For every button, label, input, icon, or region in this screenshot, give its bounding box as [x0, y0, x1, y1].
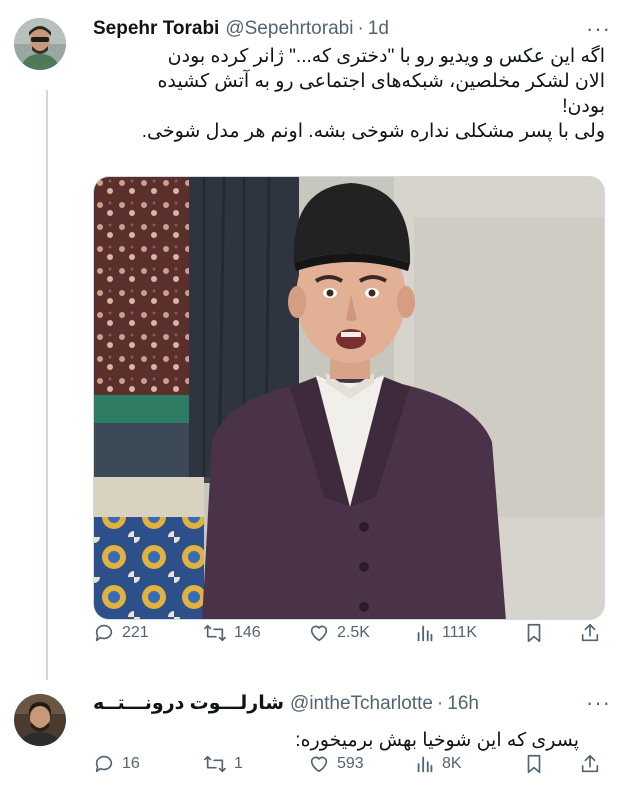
heart-icon: [310, 756, 328, 773]
tweet-text: اگه این عکس و ویدیو رو با "دختری که..." …: [93, 44, 605, 144]
retweet-icon: [204, 755, 226, 773]
share-icon: [581, 754, 599, 773]
author-handle[interactable]: @Sepehrtorabi: [225, 18, 353, 40]
reply-text: پسری که این شوخیا بهش برمیخوره:: [93, 728, 579, 753]
reply-reply-button[interactable]: 16: [93, 753, 140, 775]
reply-author-name[interactable]: شارلـــوت درونـــتــه: [93, 692, 284, 715]
retweet-icon: [204, 624, 226, 642]
more-options-icon[interactable]: ···: [586, 16, 611, 42]
bookmark-icon: [527, 623, 541, 643]
retweet-button[interactable]: 146: [203, 622, 261, 644]
views-icon: [417, 625, 433, 642]
author-avatar[interactable]: [14, 18, 66, 70]
tweet-text-line: ولی با پسر مشکلی نداره شوخی بشه. اونم هر…: [141, 121, 605, 142]
like-button[interactable]: 2.5K: [308, 622, 370, 644]
reply-author-avatar[interactable]: [14, 694, 66, 746]
photo-man-in-fez: [94, 177, 604, 619]
share-button[interactable]: [579, 622, 601, 644]
share-icon: [581, 623, 599, 642]
tweet-header: Sepehr Torabi @Sepehrtorabi · 1d: [93, 18, 389, 40]
reply-icon: [95, 624, 113, 642]
reply-author-handle[interactable]: @intheTcharlotte: [290, 693, 433, 715]
reply-more-options-icon[interactable]: ···: [586, 690, 611, 716]
reply-retweet-button[interactable]: 1: [203, 753, 243, 775]
tweet-photo[interactable]: [93, 176, 605, 620]
tweet-time[interactable]: 1d: [368, 18, 389, 40]
main-tweet[interactable]: Sepehr Torabi @Sepehrtorabi · 1d ··· اگه…: [0, 0, 618, 680]
separator-dot: ·: [436, 693, 444, 714]
views-button[interactable]: 111K: [415, 622, 477, 644]
reply-header: شارلـــوت درونـــتــه @intheTcharlotte ·…: [93, 692, 479, 715]
reply-like-count: 593: [337, 755, 364, 772]
bookmark-icon: [527, 754, 541, 774]
reply-text-line: پسری که این شوخیا بهش برمیخوره:: [295, 730, 579, 751]
reply-reply-count: 16: [122, 755, 140, 772]
reply-icon: [95, 755, 113, 773]
separator-dot: ·: [357, 18, 364, 39]
reply-tweet[interactable]: شارلـــوت درونـــتــه @intheTcharlotte ·…: [0, 680, 618, 800]
reply-time[interactable]: 16h: [447, 693, 479, 715]
retweet-count: 146: [234, 624, 261, 641]
heart-icon: [310, 625, 328, 642]
author-name[interactable]: Sepehr Torabi: [93, 18, 219, 40]
views-icon: [417, 756, 433, 773]
tweet-text-line: بودن!: [562, 96, 605, 117]
reply-retweet-count: 1: [234, 755, 243, 772]
like-count: 2.5K: [337, 624, 370, 641]
reply-like-button[interactable]: 593: [308, 753, 364, 775]
reply-count: 221: [122, 624, 149, 641]
tweet-text-line: اگه این عکس و ویدیو رو با "دختری که..." …: [167, 46, 605, 67]
reply-views-count: 8K: [442, 755, 462, 772]
views-count: 111K: [442, 624, 477, 641]
reply-views-button[interactable]: 8K: [415, 753, 462, 775]
reply-button[interactable]: 221: [93, 622, 149, 644]
tweet-text-line: الان لشکر مخلصین، شبکه‌های اجتماعی رو به…: [157, 71, 605, 92]
reply-share-button[interactable]: [579, 753, 601, 775]
bookmark-button[interactable]: [525, 622, 543, 644]
reply-bookmark-button[interactable]: [525, 753, 543, 775]
